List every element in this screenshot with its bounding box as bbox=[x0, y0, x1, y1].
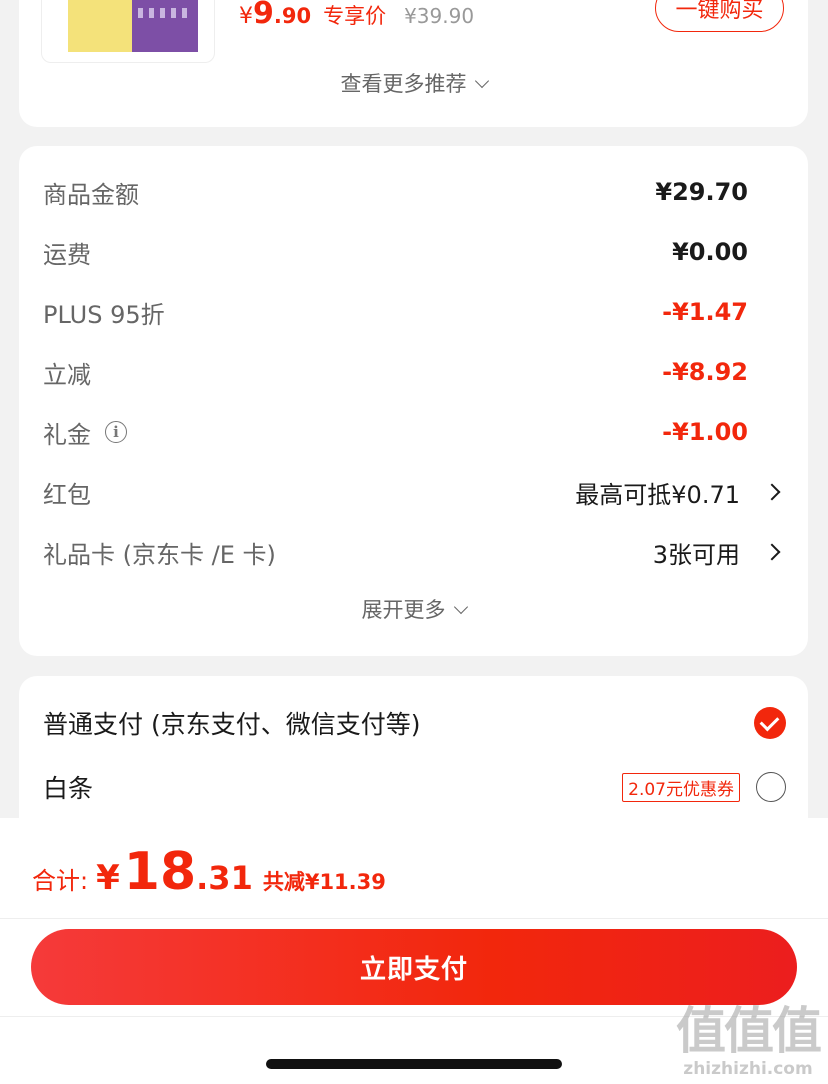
home-indicator[interactable] bbox=[266, 1059, 562, 1069]
product-thumbnail[interactable] bbox=[41, 0, 215, 63]
summary-value: ¥29.70 bbox=[655, 178, 748, 206]
chevron-down-icon bbox=[474, 73, 489, 89]
chevron-right-icon bbox=[763, 483, 781, 501]
total-integer: 18 bbox=[123, 842, 197, 902]
exclusive-price-label: 专享价 bbox=[323, 4, 387, 28]
checkout-bar: 合计: ¥ 18 .31 共减¥11.39 立即支付 值值值 zhizhizhi… bbox=[0, 818, 828, 1084]
payment-option-normal[interactable]: 普通支付 (京东支付、微信支付等) bbox=[43, 701, 786, 745]
recommend-card: ¥ 9 .90 专享价 ¥39.90 一键购买 查看更多推荐 bbox=[19, 0, 808, 127]
summary-label: 运费 bbox=[43, 240, 91, 269]
expand-more-link[interactable]: 展开更多 bbox=[19, 594, 808, 624]
summary-row-red-packet[interactable]: 红包 最高可抵¥0.71 bbox=[43, 472, 784, 512]
price-decimal: .90 bbox=[273, 4, 312, 28]
original-price: ¥39.90 bbox=[404, 4, 475, 28]
payment-option-label: 普通支付 (京东支付、微信支付等) bbox=[43, 710, 421, 739]
summary-value: ¥0.00 bbox=[672, 238, 748, 266]
total-currency: ¥ bbox=[96, 858, 120, 898]
summary-value: -¥1.00 bbox=[662, 418, 748, 446]
pay-now-button[interactable]: 立即支付 bbox=[31, 929, 797, 1005]
summary-value: -¥8.92 bbox=[662, 358, 748, 386]
summary-label: 商品金额 bbox=[43, 180, 139, 209]
coupon-badge: 2.07元优惠券 bbox=[622, 772, 740, 802]
summary-row-shipping: 运费 ¥0.00 bbox=[43, 232, 784, 272]
summary-value: 3张可用 bbox=[652, 540, 740, 569]
summary-label: 红包 bbox=[43, 480, 91, 509]
summary-label: PLUS 95折 bbox=[43, 300, 165, 329]
payment-option-baitiao[interactable]: 白条 2.07元优惠券 bbox=[43, 765, 786, 809]
recommend-price: ¥ 9 .90 专享价 ¥39.90 bbox=[239, 0, 474, 36]
price-summary-card: 商品金额 ¥29.70 运费 ¥0.00 PLUS 95折 -¥1.47 立减 … bbox=[19, 146, 808, 656]
more-recommend-link[interactable]: 查看更多推荐 bbox=[19, 68, 808, 98]
chevron-right-icon bbox=[763, 543, 781, 561]
summary-label: 礼金 bbox=[43, 420, 91, 449]
checked-circle-icon[interactable] bbox=[754, 707, 786, 739]
total-label: 合计: bbox=[32, 867, 89, 895]
watermark-url: zhizhizhi.com bbox=[683, 1059, 813, 1079]
summary-row-plus: PLUS 95折 -¥1.47 bbox=[43, 292, 784, 332]
total-decimal: .31 bbox=[196, 859, 253, 897]
summary-row-gift-card[interactable]: 礼品卡 (京东卡 /E 卡) 3张可用 bbox=[43, 532, 784, 572]
summary-label: 礼品卡 (京东卡 /E 卡) bbox=[43, 540, 276, 569]
divider bbox=[0, 918, 828, 919]
summary-row-gift-money: 礼金 i -¥1.00 bbox=[43, 412, 784, 452]
price-integer: 9 bbox=[253, 0, 274, 31]
info-icon[interactable]: i bbox=[105, 421, 127, 443]
watermark-logo: 值值值 bbox=[676, 1002, 822, 1060]
summary-row-discount: 立减 -¥8.92 bbox=[43, 352, 784, 392]
currency-symbol: ¥ bbox=[239, 4, 253, 29]
radio-unchecked-icon[interactable] bbox=[756, 772, 786, 802]
watermark: 值值值 zhizhizhi.com bbox=[676, 1002, 822, 1079]
summary-row-goods: 商品金额 ¥29.70 bbox=[43, 172, 784, 212]
summary-value: 最高可抵¥0.71 bbox=[575, 480, 740, 509]
summary-label: 立减 bbox=[43, 360, 91, 389]
one-click-buy-button[interactable]: 一键购买 bbox=[655, 0, 784, 32]
more-recommend-label: 查看更多推荐 bbox=[340, 72, 467, 96]
product-pack-image bbox=[68, 0, 132, 52]
total-saved: 共减¥11.39 bbox=[262, 870, 386, 894]
product-pack-image-2 bbox=[132, 0, 198, 52]
total-amount: 合计: ¥ 18 .31 共减¥11.39 bbox=[32, 842, 386, 902]
summary-value: -¥1.47 bbox=[662, 298, 748, 326]
expand-more-label: 展开更多 bbox=[361, 598, 446, 622]
payment-option-label: 白条 bbox=[43, 774, 94, 803]
chevron-down-icon bbox=[453, 599, 468, 615]
